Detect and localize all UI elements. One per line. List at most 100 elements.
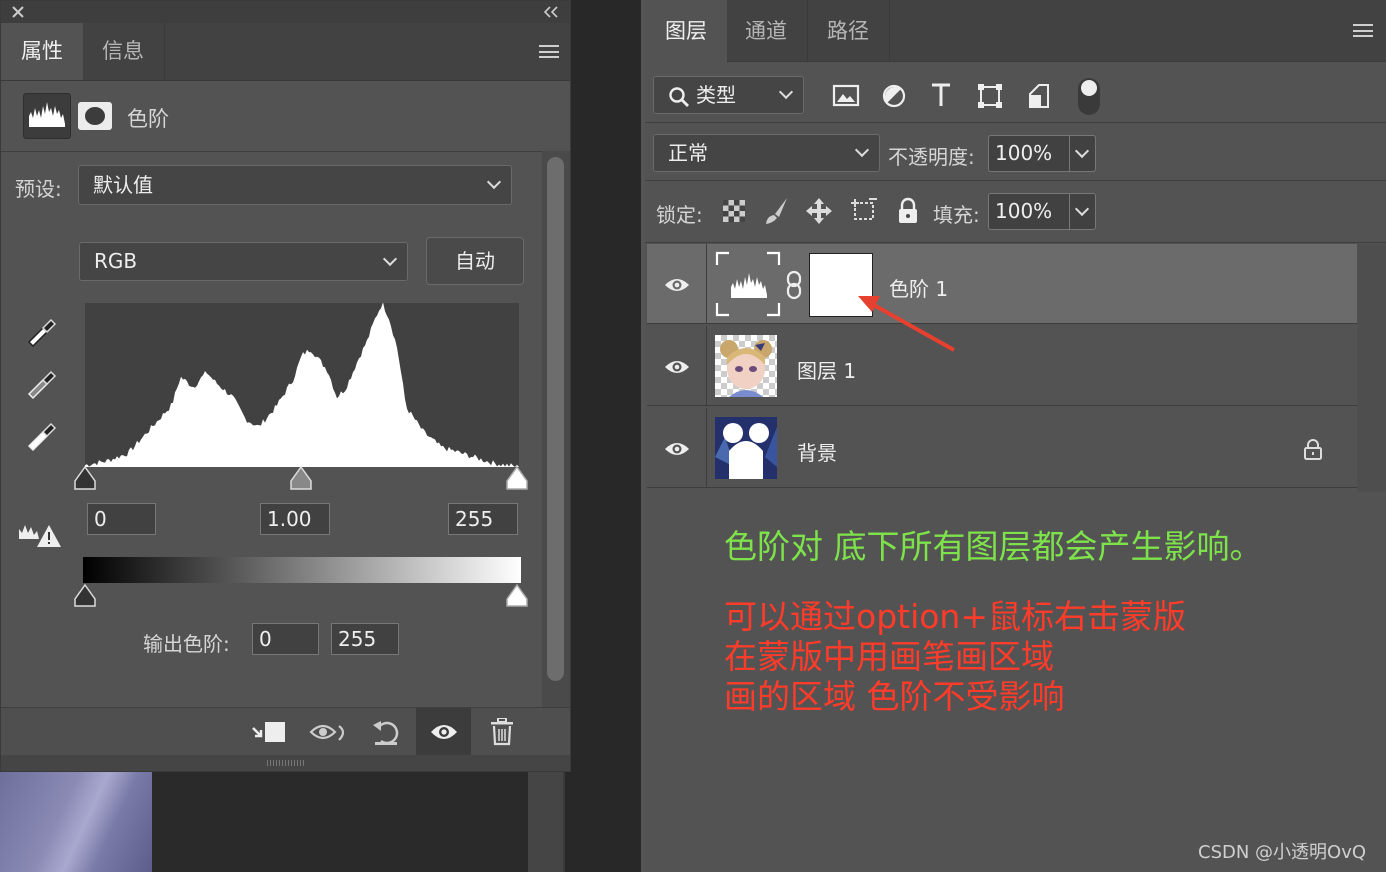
properties-tabbar: 属性 信息 xyxy=(1,23,570,81)
properties-bottom-toolbar xyxy=(1,707,570,756)
adjustment-title: 色阶 xyxy=(127,107,169,131)
chevron-down-icon[interactable] xyxy=(1074,201,1090,217)
double-chevron-left-icon[interactable] xyxy=(543,6,559,18)
chevron-down-icon xyxy=(486,174,502,190)
filter-toggle[interactable] xyxy=(1078,78,1100,115)
channel-select[interactable]: RGB xyxy=(79,242,408,281)
panel-menu-icon[interactable] xyxy=(1353,24,1373,37)
opacity-label: 不透明度: xyxy=(888,145,975,169)
filter-value: 类型 xyxy=(696,83,736,107)
layer-name[interactable]: 图层 1 xyxy=(797,355,856,384)
red-arrow-annotation xyxy=(858,296,955,352)
scrollbar-track[interactable] xyxy=(542,151,570,707)
preset-select[interactable]: 默认值 xyxy=(78,165,512,205)
preset-label: 预设: xyxy=(15,177,62,201)
annotation-green: 色阶对 底下所有图层都会产生影响。 xyxy=(724,527,1263,566)
output-levels-slider[interactable] xyxy=(73,581,533,609)
panel-resize-grip[interactable] xyxy=(1,755,570,771)
white-point-eyedropper-icon[interactable] xyxy=(23,418,59,452)
input-mid-handle xyxy=(290,465,312,490)
mouse-silhouette-icon xyxy=(715,417,777,479)
properties-panel: 属性 信息 色阶 预设: 默认值 RGB 自动 0 1.00 255 输出色阶:… xyxy=(0,0,571,772)
watermark: CSDN @小透明OvQ xyxy=(1198,842,1367,863)
eye-icon xyxy=(665,361,689,373)
blend-mode-select[interactable]: 正常 xyxy=(653,134,880,172)
lock-label: 锁定: xyxy=(656,203,703,227)
histogram xyxy=(85,303,519,467)
panel-menu-icon[interactable] xyxy=(539,45,559,58)
search-icon xyxy=(669,87,689,107)
black-point-eyedropper-icon[interactable] xyxy=(23,314,59,348)
fill-value: 100% xyxy=(995,199,1053,223)
type-layer-filter-icon[interactable] xyxy=(929,82,953,108)
trash-icon[interactable] xyxy=(489,718,515,746)
pixel-layer-filter-icon[interactable] xyxy=(832,84,860,108)
layer-filter-select[interactable]: 类型 xyxy=(653,76,804,114)
chevron-down-icon xyxy=(382,251,398,267)
chevron-down-icon xyxy=(854,142,870,158)
layers-scrollbar[interactable] xyxy=(1357,244,1386,492)
output-black-field[interactable]: 0 xyxy=(252,623,319,655)
auto-button[interactable]: 自动 xyxy=(426,237,524,285)
input-levels-slider[interactable] xyxy=(73,463,533,493)
tab-layers[interactable]: 图层 xyxy=(645,0,727,62)
layer-row-background[interactable]: 背景 xyxy=(647,408,1357,488)
lock-position-icon[interactable] xyxy=(805,197,833,225)
panel-titlebar xyxy=(1,1,570,23)
layer-thumbnail[interactable] xyxy=(715,417,777,479)
visibility-button[interactable] xyxy=(416,708,471,756)
smart-object-filter-icon[interactable] xyxy=(1027,82,1051,110)
lock-artboard-icon[interactable] xyxy=(849,197,879,225)
input-white-handle xyxy=(506,465,528,490)
opacity-value: 100% xyxy=(995,141,1053,165)
reset-icon[interactable] xyxy=(371,717,403,747)
divider xyxy=(645,242,1386,243)
eye-icon xyxy=(665,279,689,291)
adjustment-thumbnail[interactable] xyxy=(715,251,781,317)
adjustment-layer-filter-icon[interactable] xyxy=(881,83,907,109)
layer-thumbnail[interactable] xyxy=(715,335,777,397)
visibility-icon xyxy=(431,725,457,739)
input-black-field[interactable]: 0 xyxy=(87,503,156,535)
output-white-field[interactable]: 255 xyxy=(331,623,399,655)
close-icon[interactable] xyxy=(11,5,25,19)
visibility-toggle[interactable] xyxy=(647,408,707,488)
eye-icon xyxy=(665,443,689,455)
gray-point-eyedropper-icon[interactable] xyxy=(23,366,59,400)
clipping-warning-icon[interactable] xyxy=(17,521,63,549)
annotation-red-line-3: 画的区域 色阶不受影响 xyxy=(724,677,1065,716)
visibility-toggle[interactable] xyxy=(647,326,707,406)
layer-lock-icon[interactable] xyxy=(1303,438,1323,460)
tab-channels[interactable]: 通道 xyxy=(725,0,808,62)
scrollbar-thumb[interactable] xyxy=(547,157,564,681)
visibility-toggle[interactable] xyxy=(647,244,707,324)
link-icon[interactable] xyxy=(785,270,803,300)
canvas-scroll-column xyxy=(528,772,564,872)
canvas-image-fragment xyxy=(0,772,152,872)
layer-row-levels[interactable]: 色阶 1 xyxy=(647,244,1357,324)
opacity-field[interactable]: 100% xyxy=(988,135,1096,172)
layer-name[interactable]: 背景 xyxy=(797,437,837,466)
fill-label: 填充: xyxy=(933,203,980,227)
blend-mode-value: 正常 xyxy=(668,141,708,165)
chevron-down-icon[interactable] xyxy=(1074,143,1090,159)
tab-info[interactable]: 信息 xyxy=(82,23,165,80)
lock-transparent-pixels-icon[interactable] xyxy=(723,200,745,222)
input-gamma-field[interactable]: 1.00 xyxy=(260,503,330,535)
tab-paths[interactable]: 路径 xyxy=(807,0,890,62)
layers-panel: 图层 通道 路径 类型 正常 不透明度: 100% 锁定: 填充: 100% 色… xyxy=(645,0,1386,872)
layer-row-layer1[interactable]: 图层 1 xyxy=(647,326,1357,406)
clip-to-layer-icon[interactable] xyxy=(251,720,289,746)
fill-field[interactable]: 100% xyxy=(988,193,1096,230)
input-white-field[interactable]: 255 xyxy=(448,503,518,535)
lock-all-icon[interactable] xyxy=(897,197,919,225)
chevron-down-icon xyxy=(778,84,794,100)
levels-adjustment-icon[interactable] xyxy=(23,93,71,139)
mask-icon[interactable] xyxy=(78,102,112,130)
canvas-dark-area xyxy=(152,772,528,872)
shape-layer-filter-icon[interactable] xyxy=(976,82,1004,110)
toggle-view-icon[interactable] xyxy=(309,720,349,746)
tab-properties[interactable]: 属性 xyxy=(1,23,83,80)
divider xyxy=(1,151,570,152)
lock-image-pixels-icon[interactable] xyxy=(763,196,791,226)
